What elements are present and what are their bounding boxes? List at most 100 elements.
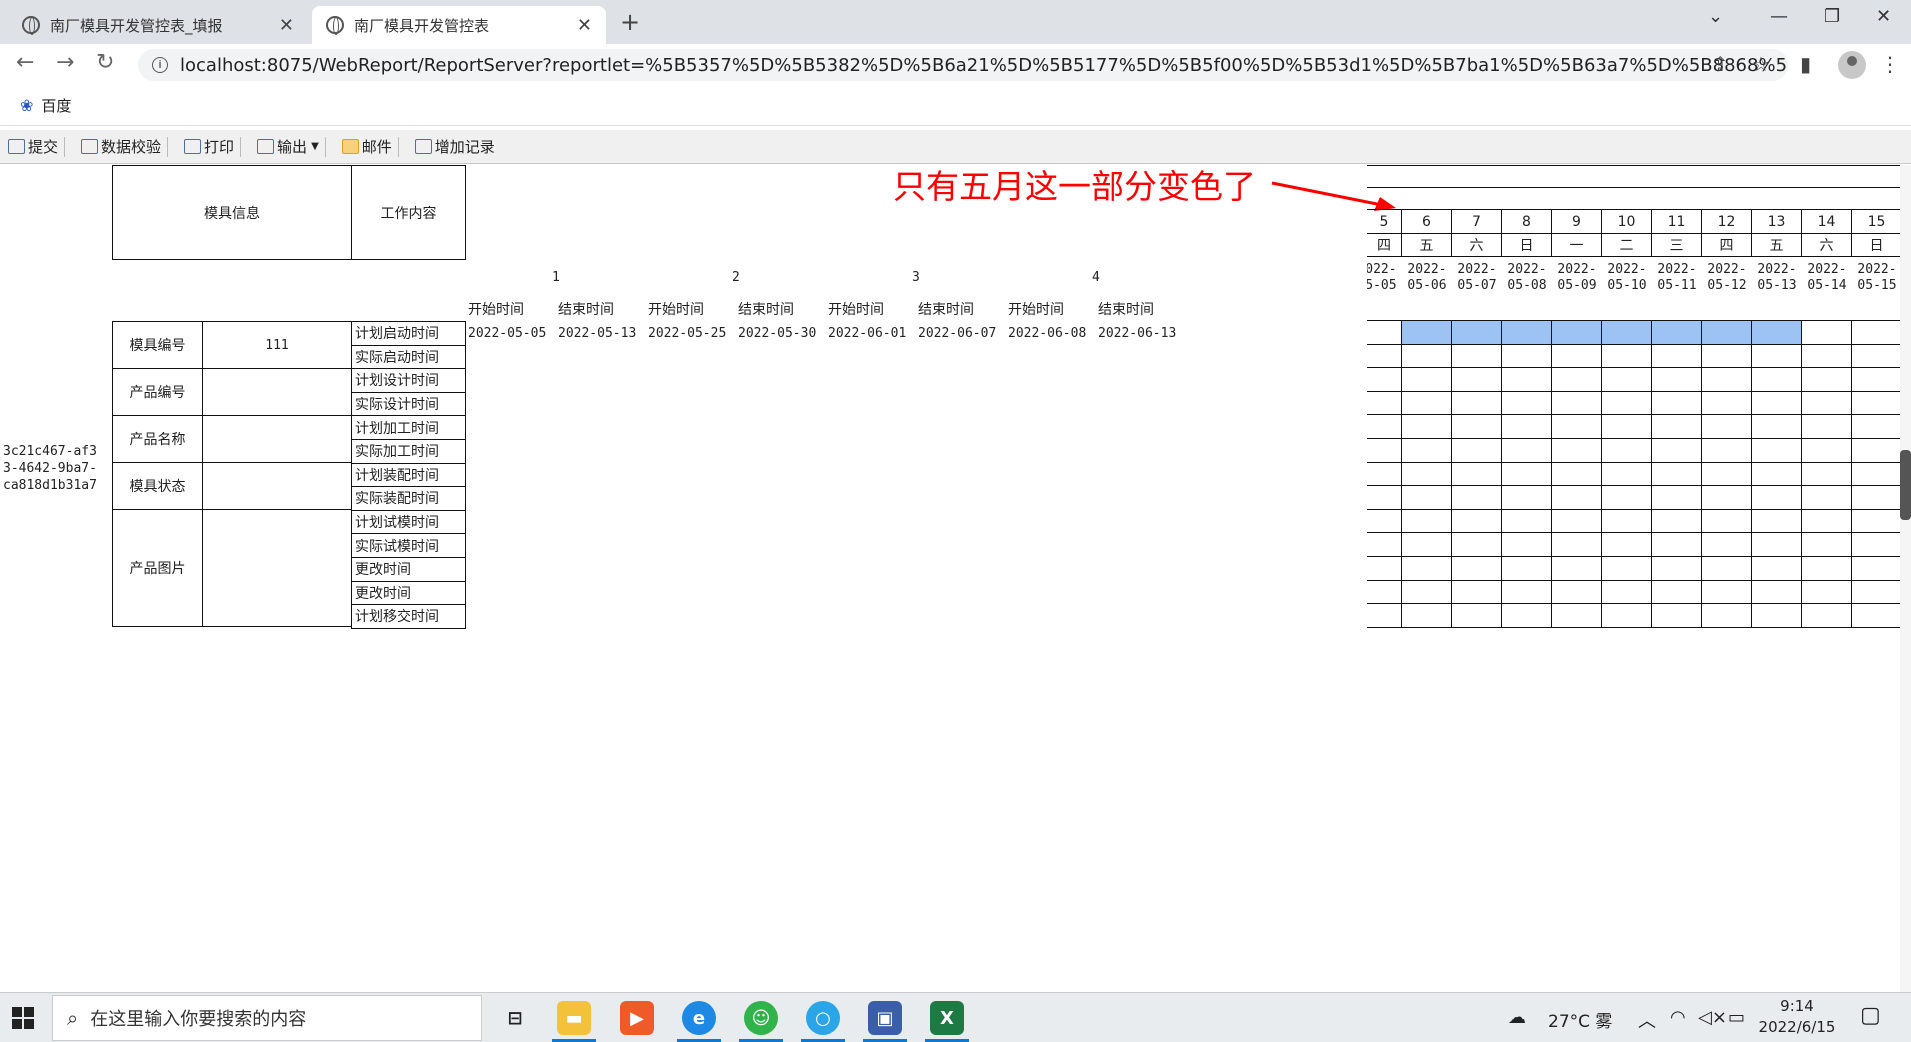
calendar-cell[interactable] bbox=[1552, 509, 1602, 534]
network-icon[interactable]: ◠ bbox=[1670, 1007, 1686, 1028]
calendar-cell[interactable] bbox=[1402, 580, 1452, 605]
calendar-cell[interactable] bbox=[1602, 439, 1652, 463]
calendar-cell[interactable] bbox=[1502, 509, 1552, 534]
calendar-cell[interactable] bbox=[1602, 486, 1652, 510]
calendar-cell[interactable] bbox=[1502, 368, 1552, 392]
calendar-cell[interactable] bbox=[1652, 391, 1702, 416]
calendar-cell[interactable] bbox=[1367, 557, 1402, 581]
calendar-cell[interactable] bbox=[1652, 368, 1702, 392]
calendar-cell[interactable] bbox=[1552, 557, 1602, 581]
system-clock[interactable]: 9:14 2022/6/15 bbox=[1752, 996, 1842, 1038]
new-tab-button[interactable]: + bbox=[620, 8, 640, 36]
calendar-cell[interactable] bbox=[1702, 321, 1752, 345]
calendar-cell[interactable] bbox=[1652, 533, 1702, 557]
calendar-cell[interactable] bbox=[1552, 439, 1602, 463]
print-button[interactable]: 打印 bbox=[176, 130, 249, 163]
info-icon[interactable]: i bbox=[152, 57, 168, 73]
tab-fill-report[interactable]: 南厂模具开发管控表_填报 ✕ bbox=[8, 6, 308, 44]
calendar-cell[interactable] bbox=[1502, 391, 1552, 416]
calendar-cell[interactable] bbox=[1502, 439, 1552, 463]
calendar-cell[interactable] bbox=[1752, 462, 1802, 487]
calendar-cell[interactable] bbox=[1752, 415, 1802, 439]
calendar-cell[interactable] bbox=[1652, 557, 1702, 581]
calendar-cell[interactable] bbox=[1702, 391, 1752, 416]
calendar-cell[interactable] bbox=[1752, 344, 1802, 369]
menu-icon[interactable]: ⋮ bbox=[1880, 52, 1900, 76]
calendar-cell[interactable] bbox=[1752, 580, 1802, 605]
calendar-cell[interactable] bbox=[1752, 439, 1802, 463]
calendar-cell[interactable] bbox=[1367, 604, 1402, 628]
vertical-scrollbar[interactable] bbox=[1900, 165, 1911, 992]
calendar-cell[interactable] bbox=[1802, 368, 1852, 392]
calendar-cell[interactable] bbox=[1552, 415, 1602, 439]
calendar-cell[interactable] bbox=[1402, 533, 1452, 557]
calendar-cell[interactable] bbox=[1602, 415, 1652, 439]
weather-cloud-icon[interactable]: ☁ bbox=[1508, 1007, 1526, 1028]
excel-icon[interactable]: X bbox=[930, 1001, 964, 1035]
close-icon[interactable]: ✕ bbox=[279, 15, 294, 36]
mail-button[interactable]: 邮件 bbox=[334, 130, 407, 163]
calendar-cell[interactable] bbox=[1802, 509, 1852, 534]
calendar-cell[interactable] bbox=[1452, 439, 1502, 463]
calendar-cell[interactable] bbox=[1452, 580, 1502, 605]
calendar-cell[interactable] bbox=[1702, 462, 1752, 487]
calendar-cell[interactable] bbox=[1402, 557, 1452, 581]
calendar-cell[interactable] bbox=[1802, 415, 1852, 439]
profile-avatar[interactable] bbox=[1838, 51, 1866, 79]
calendar-cell[interactable] bbox=[1367, 439, 1402, 463]
calendar-cell[interactable] bbox=[1702, 557, 1752, 581]
calendar-cell[interactable] bbox=[1852, 509, 1902, 534]
calendar-cell[interactable] bbox=[1852, 604, 1902, 628]
tab-control-report[interactable]: 南厂模具开发管控表 ✕ bbox=[312, 6, 606, 44]
calendar-cell[interactable] bbox=[1402, 486, 1452, 510]
calendar-cell[interactable] bbox=[1367, 391, 1402, 416]
calendar-cell[interactable] bbox=[1852, 557, 1902, 581]
calendar-cell[interactable] bbox=[1852, 439, 1902, 463]
calendar-cell[interactable] bbox=[1752, 321, 1802, 345]
calendar-cell[interactable] bbox=[1452, 415, 1502, 439]
back-button[interactable]: ← bbox=[16, 50, 34, 75]
calendar-cell[interactable] bbox=[1752, 368, 1802, 392]
calendar-cell[interactable] bbox=[1702, 415, 1752, 439]
calendar-cell[interactable] bbox=[1602, 462, 1652, 487]
calendar-cell[interactable] bbox=[1367, 368, 1402, 392]
calendar-cell[interactable] bbox=[1552, 462, 1602, 487]
calendar-cell[interactable] bbox=[1367, 509, 1402, 534]
calendar-cell[interactable] bbox=[1367, 321, 1402, 345]
wechat-icon[interactable]: ☺ bbox=[744, 1001, 778, 1035]
battery-icon[interactable]: ▭ bbox=[1728, 1007, 1745, 1028]
taskbar-search-input[interactable]: ⌕ 在这里输入你要搜索的内容 bbox=[52, 995, 482, 1041]
calendar-cell[interactable] bbox=[1552, 391, 1602, 416]
calendar-cell[interactable] bbox=[1602, 557, 1652, 581]
calendar-cell[interactable] bbox=[1752, 604, 1802, 628]
calendar-cell[interactable] bbox=[1802, 486, 1852, 510]
calendar-cell[interactable] bbox=[1602, 509, 1652, 534]
calendar-cell[interactable] bbox=[1502, 462, 1552, 487]
calendar-cell[interactable] bbox=[1802, 533, 1852, 557]
share-icon[interactable]: ⇪ bbox=[1712, 52, 1729, 76]
calendar-cell[interactable] bbox=[1402, 391, 1452, 416]
calendar-cell[interactable] bbox=[1602, 391, 1652, 416]
calendar-cell[interactable] bbox=[1502, 321, 1552, 345]
calendar-cell[interactable] bbox=[1752, 509, 1802, 534]
calendar-cell[interactable] bbox=[1802, 321, 1852, 345]
chat-app-icon[interactable]: ○ bbox=[806, 1001, 840, 1035]
calendar-cell[interactable] bbox=[1452, 604, 1502, 628]
submit-button[interactable]: 提交 bbox=[0, 130, 73, 163]
calendar-cell[interactable] bbox=[1702, 439, 1752, 463]
value-mold-status[interactable] bbox=[202, 462, 352, 510]
volume-icon[interactable]: ◁× bbox=[1698, 1007, 1727, 1028]
calendar-cell[interactable] bbox=[1652, 486, 1702, 510]
restore-button[interactable]: ❐ bbox=[1824, 6, 1840, 27]
calendar-cell[interactable] bbox=[1752, 391, 1802, 416]
calendar-cell[interactable] bbox=[1452, 321, 1502, 345]
calendar-cell[interactable] bbox=[1652, 509, 1702, 534]
calendar-cell[interactable] bbox=[1752, 533, 1802, 557]
calendar-cell[interactable] bbox=[1852, 368, 1902, 392]
calendar-cell[interactable] bbox=[1602, 344, 1652, 369]
calendar-cell[interactable] bbox=[1602, 533, 1652, 557]
side-panel-icon[interactable]: ▮ bbox=[1800, 52, 1811, 76]
calendar-cell[interactable] bbox=[1367, 486, 1402, 510]
calendar-cell[interactable] bbox=[1802, 439, 1852, 463]
calendar-cell[interactable] bbox=[1752, 486, 1802, 510]
